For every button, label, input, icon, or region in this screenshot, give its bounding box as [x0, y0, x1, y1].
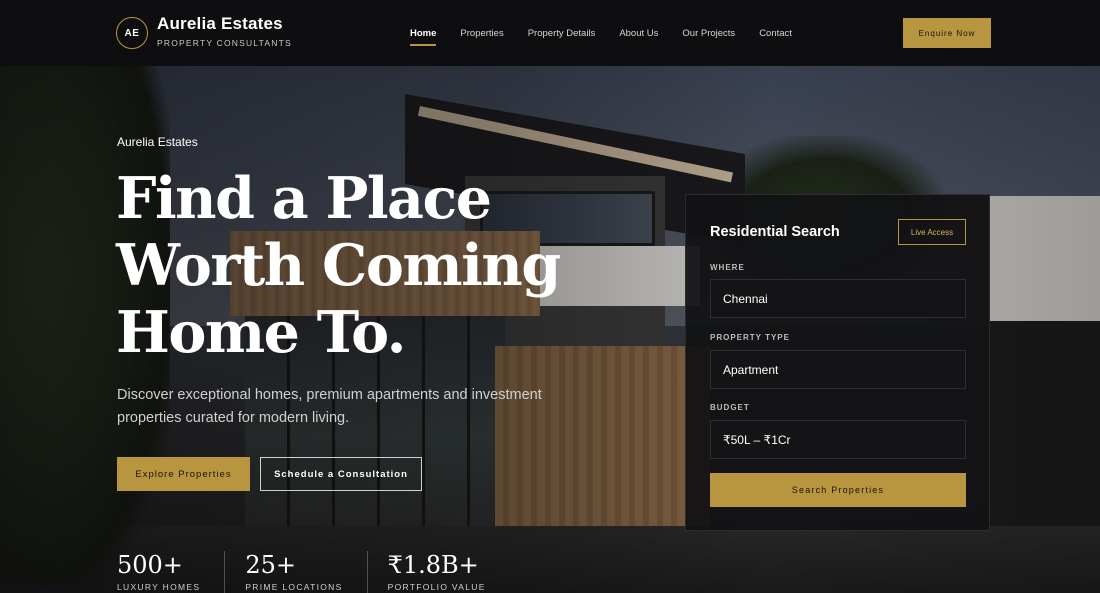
logo-badge[interactable]: AE	[116, 17, 148, 49]
schedule-consultation-button[interactable]: Schedule a Consultation	[260, 457, 422, 491]
enquire-now-button[interactable]: Enquire Now	[903, 18, 991, 48]
nav-item-about-us[interactable]: About Us	[619, 28, 658, 39]
property-type-field[interactable]: Apartment	[710, 350, 966, 389]
where-label: WHERE	[710, 263, 745, 272]
stat-label: PORTFOLIO VALUE	[387, 582, 486, 592]
nav-item-our-projects[interactable]: Our Projects	[682, 28, 735, 39]
hero-section: Aurelia Estates Find a Place Worth Comin…	[0, 66, 1100, 593]
stat-value: ₹1.8B+	[387, 551, 479, 579]
residential-search-card: Residential Search Live Access WHERE Che…	[685, 194, 990, 531]
stat-portfolio-value: ₹1.8B+ PORTFOLIO VALUE	[388, 551, 510, 593]
nav-item-property-details[interactable]: Property Details	[528, 28, 596, 39]
stat-value: 25+	[245, 551, 296, 579]
hero-headline-line: Find a Place	[116, 165, 492, 232]
hero-eyebrow: Aurelia Estates	[117, 135, 198, 149]
nav-item-home[interactable]: Home	[410, 28, 437, 46]
nav-item-properties[interactable]: Properties	[460, 28, 503, 39]
hero-stats: 500+ LUXURY HOMES 25+ PRIME LOCATIONS ₹1…	[117, 551, 530, 593]
stat-label: LUXURY HOMES	[117, 582, 201, 592]
search-properties-button[interactable]: Search Properties	[710, 473, 966, 507]
stat-label: PRIME LOCATIONS	[245, 582, 343, 592]
search-card-title: Residential Search	[710, 224, 840, 240]
hero-headline-line: Worth Coming	[116, 232, 561, 299]
hero-subtext: Discover exceptional homes, premium apar…	[117, 387, 542, 426]
stat-prime-locations: 25+ PRIME LOCATIONS	[245, 551, 368, 593]
budget-field[interactable]: ₹50L – ₹1Cr	[710, 420, 966, 459]
where-field[interactable]: Chennai	[710, 279, 966, 318]
nav-menu: Home Properties Property Details About U…	[410, 28, 816, 46]
stat-luxury-homes: 500+ LUXURY HOMES	[117, 551, 226, 593]
nav-item-contact[interactable]: Contact	[759, 28, 792, 39]
hero-headline: Find a Place Worth Coming Home To.	[116, 165, 586, 366]
brand-name[interactable]: Aurelia Estates	[157, 14, 283, 34]
brand-tagline: PROPERTY CONSULTANTS	[157, 38, 292, 48]
explore-properties-button[interactable]: Explore Properties	[117, 457, 250, 491]
top-navigation-bar: AE Aurelia Estates PROPERTY CONSULTANTS …	[0, 0, 1100, 66]
stat-value: 500+	[117, 551, 183, 579]
hero-headline-line: Home To.	[116, 299, 407, 366]
property-type-label: PROPERTY TYPE	[710, 333, 790, 342]
live-access-badge[interactable]: Live Access	[898, 219, 966, 245]
budget-label: BUDGET	[710, 403, 750, 412]
